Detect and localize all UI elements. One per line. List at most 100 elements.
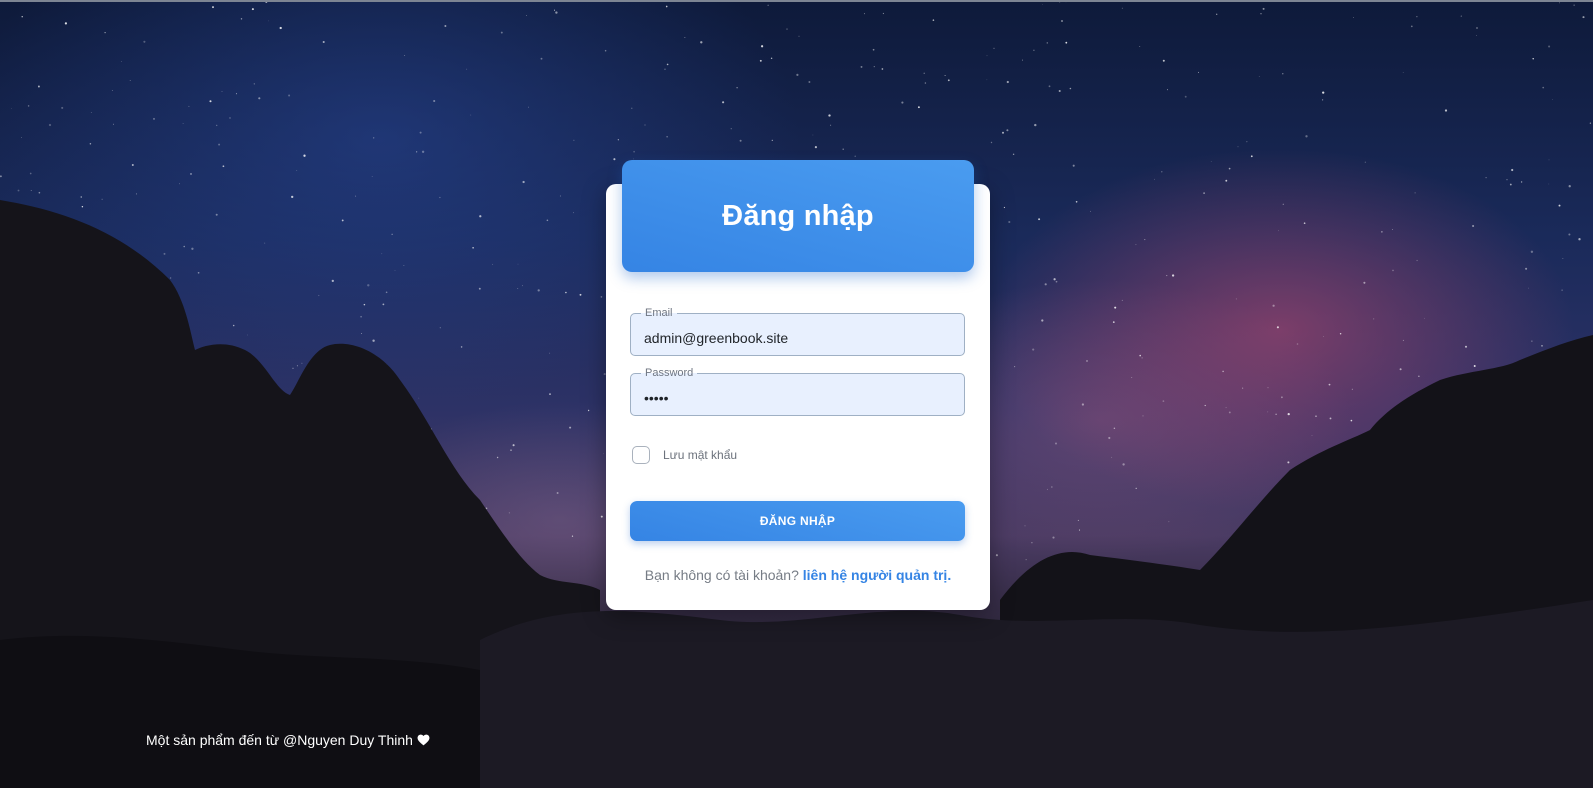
star [1410,25,1413,28]
star [30,189,32,191]
star [767,4,769,6]
star [1351,388,1353,390]
star [924,82,927,84]
star [882,12,884,15]
star [152,117,156,120]
star [215,124,218,127]
star [1042,3,1043,5]
star [986,79,988,81]
star [1166,89,1168,91]
star [1008,220,1011,224]
star [382,303,385,306]
star [828,114,831,117]
star [418,397,420,399]
star [143,40,146,43]
star [1532,57,1534,60]
star [385,291,388,294]
star [1012,153,1015,155]
star [235,93,238,95]
star [664,68,666,70]
star [617,139,619,141]
star [1034,123,1037,127]
star [341,219,344,222]
star [528,106,529,108]
password-input[interactable] [631,374,964,415]
star [197,271,200,274]
star [1235,298,1237,300]
star [1078,529,1081,531]
star [209,100,212,103]
star [1267,411,1269,413]
star [1472,224,1475,228]
star [1373,318,1375,320]
star [1022,59,1023,61]
star [860,65,863,68]
remember-checkbox[interactable] [632,446,650,464]
star [1589,122,1592,124]
star [391,233,393,235]
star [1542,86,1545,89]
star [373,137,375,139]
star [1573,4,1575,6]
star [1041,319,1044,322]
star [1350,419,1353,422]
login-button[interactable]: ĐĂNG NHẬP [630,501,965,541]
email-input[interactable] [631,314,964,355]
star [1058,89,1061,93]
star [1077,519,1079,521]
star [212,6,214,9]
star [631,107,633,109]
star [1072,164,1075,167]
remember-label[interactable]: Lưu mật khẩu [663,448,737,462]
star [770,57,773,60]
star [268,20,270,22]
star [112,123,114,125]
page-title: Đăng nhập [722,199,874,232]
star [1278,230,1279,232]
star [1204,404,1206,407]
star [104,31,106,34]
star [1424,317,1425,319]
star [372,339,375,342]
star [1055,280,1058,283]
star [1296,343,1299,345]
star [587,409,590,412]
star [604,49,607,52]
star [510,449,512,451]
star [1511,168,1514,172]
star [433,99,436,103]
email-field[interactable]: Email [630,306,965,356]
star [1198,71,1199,73]
star [759,59,762,62]
star [1216,13,1218,15]
star [1321,99,1324,101]
star [1476,27,1478,29]
star [61,106,64,109]
star [355,195,357,197]
star [665,5,668,8]
star [131,163,134,167]
star [1081,403,1085,406]
star [854,155,856,157]
star [1416,259,1418,262]
star [1141,357,1143,359]
password-field[interactable]: Password [630,366,965,416]
star [1353,17,1354,18]
star [1139,354,1141,357]
star [1108,436,1111,440]
star [264,242,266,244]
star [1509,183,1512,186]
footer-text: Một sản phẩm đến từ @Nguyen Duy Thinh [146,732,413,748]
star [1568,185,1571,188]
star [633,150,635,153]
contact-admin-link[interactable]: liên hệ người quản trị. [803,567,951,583]
remember-password[interactable]: Lưu mật khẩu [632,444,737,466]
star [496,456,499,459]
star [1222,370,1224,373]
star [830,124,832,126]
star [404,55,406,56]
star [1025,559,1027,561]
star [1032,348,1035,351]
star [182,122,184,124]
star [1414,192,1416,194]
